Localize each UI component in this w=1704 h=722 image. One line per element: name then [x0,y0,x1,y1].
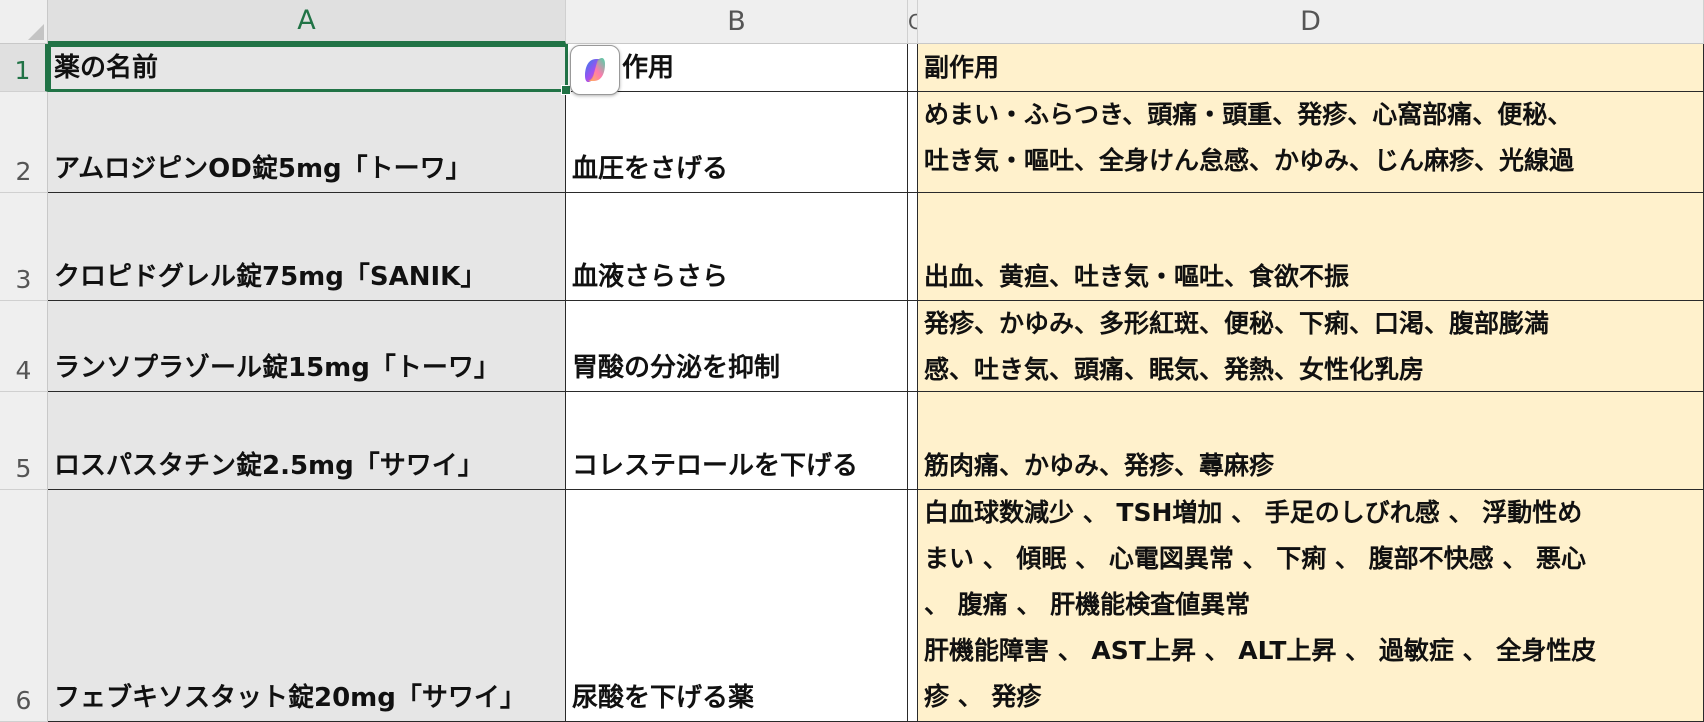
copilot-icon [585,58,605,82]
column-header-b[interactable]: B [566,0,908,44]
cell-a2-drug-name[interactable]: アムロジピンOD錠5mg「トーワ」 [48,92,566,193]
select-all-corner[interactable] [0,0,48,44]
cell-b2-effect[interactable]: 血圧をさげる [566,92,908,193]
cell-d6-side-effects[interactable]: 白血球数減少 、 TSH増加 、 手足のしびれ感 、 浮動性め まい 、 傾眠 … [918,490,1704,722]
cell-c4[interactable] [908,301,918,392]
column-header-a[interactable]: A [48,0,566,44]
column-header-c[interactable]: C [908,0,918,44]
cell-c1[interactable] [908,44,918,92]
cell-a3-drug-name[interactable]: クロピドグレル錠75mg「SANIK」 [48,193,566,301]
cell-b4-effect[interactable]: 胃酸の分泌を抑制 [566,301,908,392]
cell-b5-effect[interactable]: コレステロールを下げる [566,392,908,490]
row-header-6[interactable]: 6 [0,490,48,722]
cell-a5-drug-name[interactable]: ロスパスタチン錠2.5mg「サワイ」 [48,392,566,490]
cell-d4-side-effects[interactable]: 発疹、かゆみ、多形紅斑、便秘、下痢、口渇、腹部膨満 感、吐き気、頭痛、眠気、発熱… [918,301,1704,392]
row-header-5[interactable]: 5 [0,392,48,490]
cell-a4-drug-name[interactable]: ランソプラゾール錠15mg「トーワ」 [48,301,566,392]
row-header-4[interactable]: 4 [0,301,48,392]
cell-a6-drug-name[interactable]: フェブキソスタット錠20mg「サワイ」 [48,490,566,722]
row-header-2[interactable]: 2 [0,92,48,193]
cell-d3-side-effects[interactable]: 出血、黄疸、吐き気・嘔吐、食欲不振 [918,193,1704,301]
cell-d5-side-effects[interactable]: 筋肉痛、かゆみ、発疹、蕁麻疹 [918,392,1704,490]
cell-b3-effect[interactable]: 血液さらさら [566,193,908,301]
copilot-button[interactable] [570,45,620,95]
row-header-1[interactable]: 1 [0,44,48,92]
cell-b6-effect[interactable]: 尿酸を下げる薬 [566,490,908,722]
cell-c3[interactable] [908,193,918,301]
cell-a1-name-header[interactable]: 薬の名前 [48,44,566,92]
cell-d1-side-effects-header[interactable]: 副作用 [918,44,1704,92]
cell-c6[interactable] [908,490,918,722]
cell-c2[interactable] [908,92,918,193]
cell-d2-side-effects[interactable]: めまい・ふらつき、頭痛・頭重、発疹、心窩部痛、便秘、 吐き気・嘔吐、全身けん怠感… [918,92,1704,193]
column-header-d[interactable]: D [918,0,1704,44]
row-header-3[interactable]: 3 [0,193,48,301]
cell-c5[interactable] [908,392,918,490]
